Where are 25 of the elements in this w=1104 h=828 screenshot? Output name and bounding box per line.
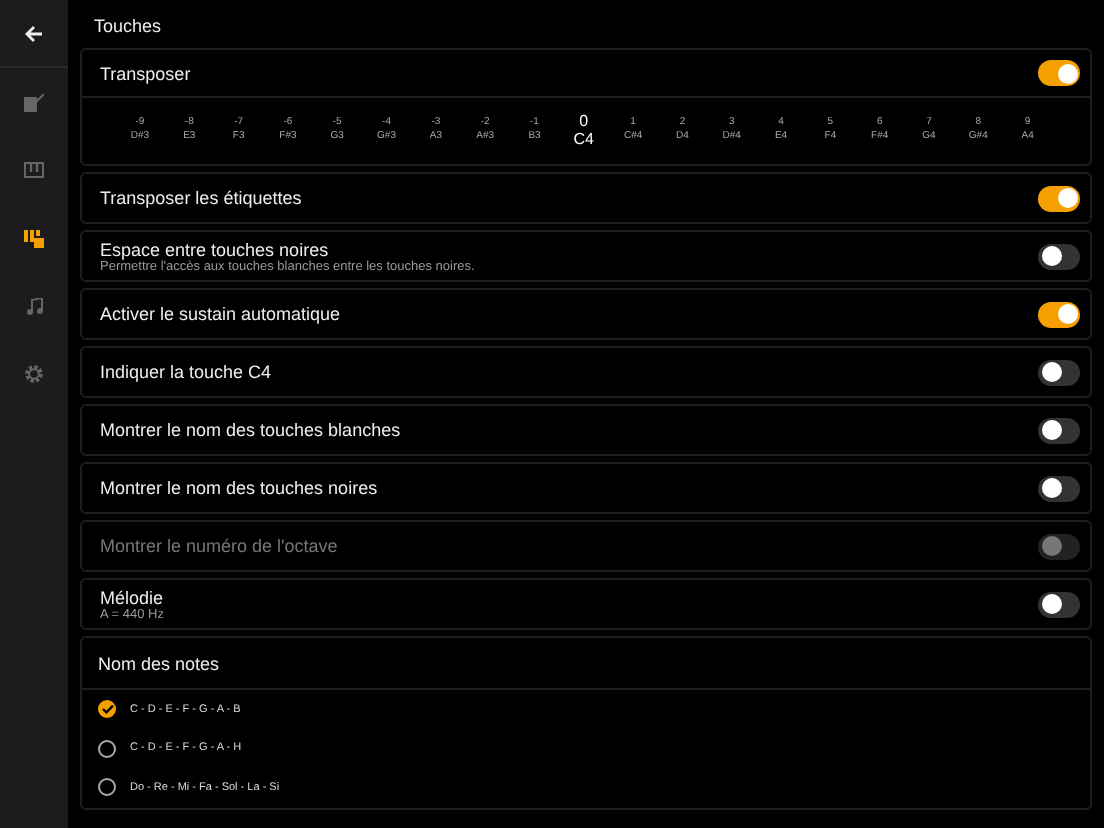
settings-icon	[24, 364, 44, 384]
setting-label: Espace entre touches noires	[100, 239, 331, 259]
keys-icon	[24, 229, 44, 247]
page-title: Touches	[92, 14, 164, 40]
setting-label: Activer le sustain automatique	[100, 304, 341, 324]
toggle-switch[interactable]	[1038, 475, 1080, 501]
keyboard-icon	[24, 162, 44, 178]
toggle-switch[interactable]	[1038, 359, 1080, 385]
toggle-switch[interactable]	[1038, 417, 1080, 443]
setting-label: Indiquer la touche C4	[100, 362, 272, 382]
section-title: Nom des notes	[82, 638, 1090, 690]
setting-label: Mélodie	[100, 587, 164, 607]
setting-label: Montrer le numéro de l'octave	[100, 536, 338, 556]
toggle-switch[interactable]	[1038, 301, 1080, 327]
music-note-icon	[25, 297, 43, 315]
back-arrow-icon	[24, 23, 44, 43]
setting-label: Montrer le nom des touches noires	[100, 478, 378, 498]
toggle-switch[interactable]	[1038, 243, 1080, 269]
setting-label: Transposer	[100, 63, 191, 83]
toggle-switch[interactable]	[1038, 60, 1080, 86]
toggle-switch[interactable]	[1038, 591, 1080, 617]
toggle-switch[interactable]	[1038, 185, 1080, 211]
transpose-step[interactable]: 0 C4	[569, 112, 598, 148]
setting-label: Montrer le nom des touches blanches	[100, 420, 401, 440]
setting-label: Transposer les étiquettes	[100, 188, 302, 208]
